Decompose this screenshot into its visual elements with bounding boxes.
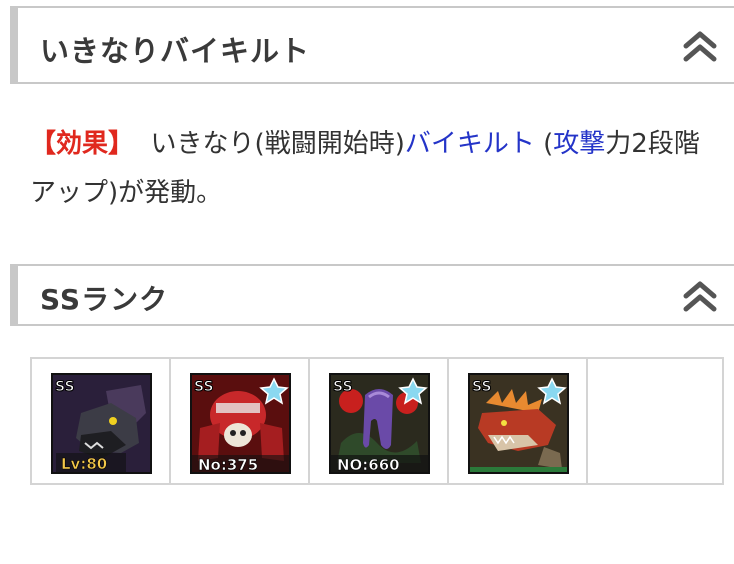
monster-icon-table: Lv:80 SS No:375 SS NO:660 SS SS: [30, 357, 724, 485]
monster-badge: No:375: [198, 456, 258, 474]
baikiruto-link[interactable]: バイキルト: [405, 129, 535, 159]
empty-cell: [588, 359, 722, 483]
section-header-ss-rank[interactable]: SSランク: [10, 264, 734, 326]
effect-text: いきなり(戦闘開始時): [150, 129, 405, 159]
red-dragon-monster-icon[interactable]: SS: [468, 373, 569, 474]
effect-text: (: [534, 129, 554, 159]
monster-cell: SS: [449, 359, 588, 483]
rank-mark: SS: [333, 379, 353, 395]
rank-mark: SS: [55, 379, 75, 395]
section-title: SSランク: [40, 283, 169, 316]
red-armored-skull-monster-icon[interactable]: No:375 SS: [190, 373, 291, 474]
dark-wolf-monster-icon[interactable]: Lv:80 SS: [51, 373, 152, 474]
effect-description: 【効果】 いきなり(戦闘開始時)バイキルト (攻撃力2段階アップ)が発動。: [30, 120, 720, 218]
attack-link[interactable]: 攻撃: [553, 129, 605, 159]
monster-badge: NO:660: [337, 456, 400, 474]
monster-cell: Lv:80 SS: [32, 359, 171, 483]
rank-mark: SS: [472, 379, 492, 395]
double-chevron-up-icon[interactable]: [680, 276, 720, 316]
purple-tentacle-monster-icon[interactable]: NO:660 SS: [329, 373, 430, 474]
rank-mark: SS: [194, 379, 214, 395]
monster-cell: No:375 SS: [171, 359, 310, 483]
double-chevron-up-icon[interactable]: [680, 26, 720, 66]
monster-cell: NO:660 SS: [310, 359, 449, 483]
section-header-ikinari-baikiruto[interactable]: いきなりバイキルト: [10, 6, 734, 84]
monster-badge: Lv:80: [61, 455, 107, 473]
section-title: いきなりバイキルト: [40, 34, 311, 68]
effect-tag: 【効果】: [30, 129, 135, 159]
